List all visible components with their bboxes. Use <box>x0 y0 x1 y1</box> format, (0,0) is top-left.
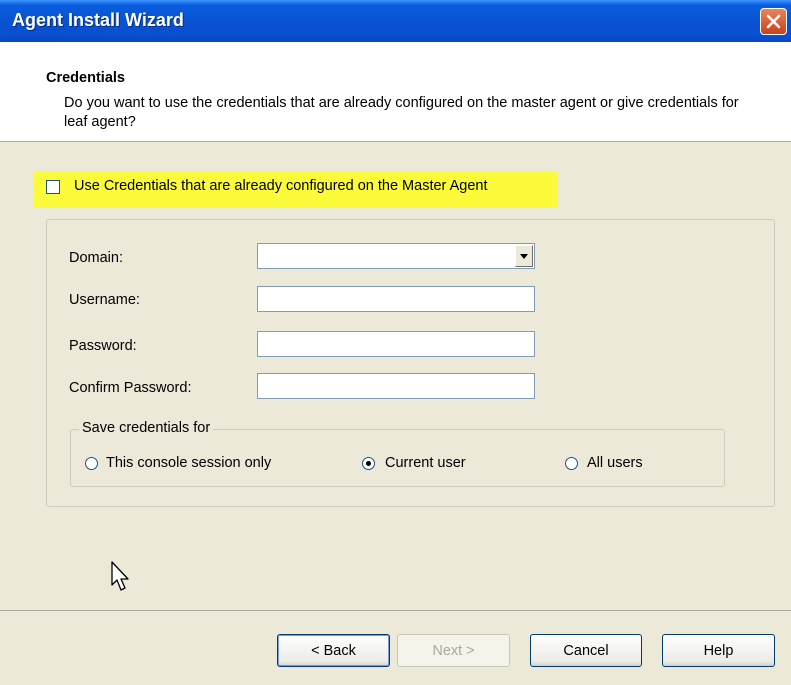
domain-dropdown[interactable] <box>257 243 535 269</box>
title-bar[interactable]: Agent Install Wizard <box>0 0 791 42</box>
confirm-password-input[interactable] <box>257 373 535 399</box>
back-button[interactable]: < Back <box>277 634 390 667</box>
radio-console-session[interactable] <box>85 457 98 470</box>
close-icon <box>766 14 781 29</box>
use-master-credentials-label[interactable]: Use Credentials that are already configu… <box>74 178 488 194</box>
radio-current-user-label[interactable]: Current user <box>385 455 466 471</box>
next-button[interactable]: Next > <box>397 634 510 667</box>
chevron-down-icon <box>520 254 528 259</box>
page-subtitle: Do you want to use the credentials that … <box>64 95 739 130</box>
cancel-button[interactable]: Cancel <box>530 634 642 667</box>
window-title: Agent Install Wizard <box>12 10 184 30</box>
username-label: Username: <box>69 292 140 308</box>
radio-current-user[interactable] <box>362 457 375 470</box>
help-button[interactable]: Help <box>662 634 775 667</box>
footer-separator <box>0 610 791 611</box>
save-credentials-legend: Save credentials for <box>79 420 214 436</box>
radio-all-users[interactable] <box>565 457 578 470</box>
radio-console-session-label[interactable]: This console session only <box>106 455 271 471</box>
domain-label: Domain: <box>69 250 123 266</box>
radio-all-users-label[interactable]: All users <box>587 455 643 471</box>
password-input[interactable] <box>257 331 535 357</box>
dropdown-button[interactable] <box>515 245 533 267</box>
mouse-pointer-icon <box>111 561 129 591</box>
use-master-credentials-checkbox[interactable] <box>46 180 60 194</box>
close-button[interactable] <box>760 8 787 35</box>
confirm-password-label: Confirm Password: <box>69 380 192 396</box>
username-input[interactable] <box>257 286 535 312</box>
wizard-header: Credentials Do you want to use the crede… <box>0 42 791 142</box>
page-title: Credentials <box>46 70 125 86</box>
password-label: Password: <box>69 338 137 354</box>
